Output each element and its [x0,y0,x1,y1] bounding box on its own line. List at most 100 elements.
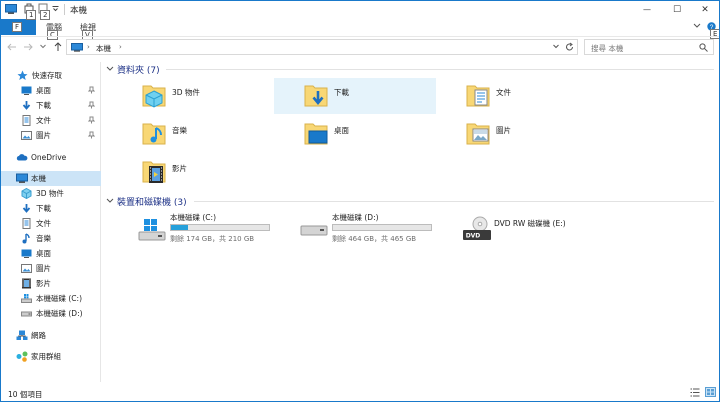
search-placeholder: 搜尋 本機 [591,44,624,53]
drive-c-free-space: 剩餘 174 GB，共 210 GB [170,235,255,243]
address-dropdown-icon[interactable] [553,44,559,49]
folders-group-header[interactable]: 資料夾 (7) [117,63,160,76]
pin-icon[interactable] [88,116,95,124]
pin-icon[interactable] [88,131,95,139]
folder-documents-label: 文件 [496,88,511,97]
nav-quick-access[interactable]: 快速存取 [0,68,101,83]
download-arrow-icon [21,100,32,111]
nav-quick-downloads-label: 下載 [36,101,51,110]
drives-group-header[interactable]: 裝置和磁碟機 (3) [117,195,187,208]
nav-quick-desktop[interactable]: 桌面 [0,83,101,98]
nav-quick-documents[interactable]: 文件 [0,113,101,128]
drive-d[interactable]: 本機磁碟 (D:) 剩餘 464 GB，共 465 GB [300,212,460,248]
drive-c[interactable]: 本機磁碟 (C:) 剩餘 174 GB，共 210 GB [138,212,298,248]
recent-locations-icon[interactable] [40,44,46,49]
download-arrow-icon [21,203,32,214]
forward-arrow-icon[interactable] [23,43,33,51]
dvd-drive-e[interactable]: DVD DVD RW 磁碟機 (E:) [462,212,622,248]
document-icon [21,218,32,229]
folders-group-chevron-icon[interactable] [106,66,114,72]
minimize-icon: — [643,5,651,14]
nav-homegroup[interactable]: 家用群組 [0,349,101,364]
nav-3d-objects[interactable]: 3D 物件 [0,186,101,201]
nav-drive-c-label: 本機磁碟 (C:) [36,294,82,303]
expand-ribbon-icon[interactable] [693,23,701,29]
nav-quick-desktop-label: 桌面 [36,86,51,95]
nav-documents-label: 文件 [36,219,51,228]
pin-icon[interactable] [88,101,95,109]
close-icon: ✕ [701,4,709,15]
back-arrow-icon[interactable] [7,43,17,51]
explorer-app-icon[interactable] [5,4,17,15]
dvd-drive-name: DVD RW 磁碟機 (E:) [494,219,566,228]
folder-3d-objects[interactable]: 3D 物件 [112,78,274,114]
folder-desktop[interactable]: 桌面 [274,116,436,152]
qat-dropdown-icon[interactable] [52,5,59,12]
nav-network[interactable]: 網路 [0,328,101,343]
up-arrow-icon[interactable] [54,42,62,52]
keytip-file: F [12,22,23,32]
minimize-button[interactable]: — [632,0,662,19]
drive-c-name: 本機磁碟 (C:) [170,213,216,222]
folder-downloads[interactable]: 下載 [274,78,436,114]
nav-3d-objects-label: 3D 物件 [36,189,64,198]
nav-drive-d-label: 本機磁碟 (D:) [36,309,83,318]
nav-drive-d[interactable]: 本機磁碟 (D:) [0,306,101,321]
nav-onedrive[interactable]: OneDrive [0,150,101,165]
music-note-icon [21,233,32,244]
drives-group-chevron-icon[interactable] [106,198,114,204]
maximize-button[interactable]: ☐ [662,0,692,19]
document-icon [21,115,32,126]
folder-music[interactable]: 音樂 [112,116,274,152]
nav-downloads[interactable]: 下載 [0,201,101,216]
folder-3d-objects-icon [142,82,166,108]
item-count: 10 個項目 [8,390,43,399]
folder-videos[interactable]: 影片 [112,154,274,190]
folder-music-label: 音樂 [172,126,187,135]
drives-group-divider [194,201,714,202]
maximize-icon: ☐ [672,4,682,15]
nav-videos-label: 影片 [36,279,51,288]
nav-pictures[interactable]: 圖片 [0,261,101,276]
folder-music-icon [142,120,166,146]
nav-quick-access-label: 快速存取 [32,71,62,80]
refresh-icon[interactable] [565,42,574,52]
nav-music[interactable]: 音樂 [0,231,101,246]
address-bar[interactable]: › 本機 › [66,39,578,55]
drive-icon [21,308,32,319]
keytip-qat-1: 1 [26,10,37,20]
desktop-icon [21,248,32,259]
title-bar [0,0,720,19]
nav-drive-c[interactable]: 本機磁碟 (C:) [0,291,101,306]
breadcrumb-separator[interactable]: › [87,43,90,51]
breadcrumb-this-pc[interactable]: 本機 [96,43,111,54]
folder-3d-objects-label: 3D 物件 [172,88,200,97]
nav-quick-pictures[interactable]: 圖片 [0,128,101,143]
pictures-icon [21,130,32,141]
cube-3d-icon [21,188,32,199]
keytip-qat-2: 2 [40,10,51,20]
search-input[interactable]: 搜尋 本機 [584,39,714,55]
details-view-icon[interactable] [690,388,700,397]
breadcrumb-separator-end[interactable]: › [119,43,122,51]
nav-quick-pictures-label: 圖片 [36,131,51,140]
windows-drive-icon [138,218,166,242]
folder-pictures[interactable]: 圖片 [436,116,598,152]
nav-quick-downloads[interactable]: 下載 [0,98,101,113]
folder-videos-label: 影片 [172,164,187,173]
pin-icon[interactable] [88,86,95,94]
large-icons-view-icon[interactable] [705,387,716,397]
folder-videos-icon [142,158,166,184]
nav-desktop[interactable]: 桌面 [0,246,101,261]
nav-videos[interactable]: 影片 [0,276,101,291]
drive-d-usage-bar [332,224,432,231]
nav-documents[interactable]: 文件 [0,216,101,231]
drive-d-free-space: 剩餘 464 GB，共 465 GB [332,235,417,243]
nav-onedrive-label: OneDrive [31,153,67,162]
this-pc-icon [16,173,28,184]
folder-desktop-icon [304,120,328,146]
folder-documents[interactable]: 文件 [436,78,598,114]
nav-this-pc[interactable]: 本機 [0,171,101,186]
close-button[interactable]: ✕ [690,0,720,19]
status-bar [0,384,720,402]
